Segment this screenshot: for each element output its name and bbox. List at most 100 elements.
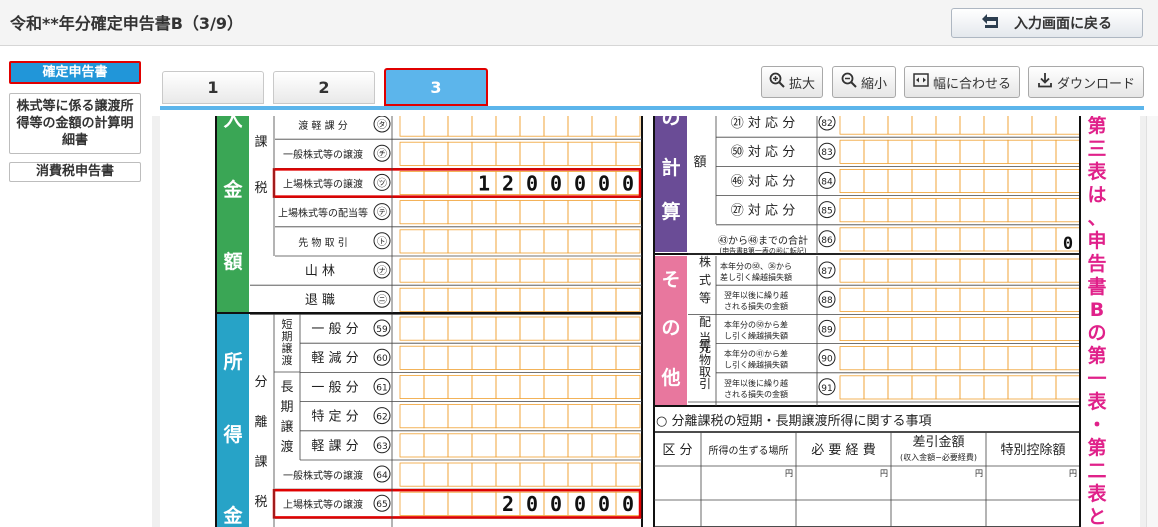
input-cell xyxy=(863,346,889,371)
input-cell xyxy=(863,227,889,252)
input-cell xyxy=(471,316,497,341)
input-cell xyxy=(471,491,497,516)
input-cell xyxy=(399,229,425,254)
input-cell xyxy=(471,404,497,429)
input-cell xyxy=(935,375,961,400)
back-to-input-label: 入力画面に戻る xyxy=(1014,16,1112,32)
sub-char: 分 xyxy=(254,375,267,390)
input-cell xyxy=(423,171,449,196)
input-cell xyxy=(1007,287,1033,312)
input-cell xyxy=(423,345,449,370)
row-number: 62 xyxy=(376,413,387,423)
input-cell xyxy=(1031,346,1057,371)
row-label: 上場株式等の譲渡 xyxy=(283,177,363,190)
digit-value: 0 xyxy=(526,492,538,516)
input-cell xyxy=(959,139,985,164)
input-cell xyxy=(935,227,961,252)
input-cell xyxy=(935,346,961,371)
input-cell xyxy=(1055,287,1081,312)
input-cell xyxy=(959,227,985,252)
input-cell xyxy=(423,316,449,341)
input-cell xyxy=(911,346,937,371)
digit-value: 0 xyxy=(598,171,610,195)
zoom-out-button[interactable]: 縮小 xyxy=(832,66,896,98)
input-cell xyxy=(447,141,473,166)
download-button[interactable]: ダウンロード xyxy=(1028,66,1144,98)
digit-value: 0 xyxy=(622,492,634,516)
tab-page-3[interactable]: 3 xyxy=(384,68,488,106)
input-cell xyxy=(1031,227,1057,252)
input-cell xyxy=(423,374,449,399)
input-cell xyxy=(839,198,865,223)
input-cell xyxy=(887,227,913,252)
row-number: 59 xyxy=(376,325,388,335)
tab-label: 1 xyxy=(207,78,219,97)
input-cell xyxy=(863,316,889,341)
input-cell xyxy=(983,258,1009,283)
band-char: 金 xyxy=(222,504,243,527)
input-cell xyxy=(615,345,641,370)
row-label: 軽 課 分 xyxy=(311,438,358,454)
table-header: 差引金額 xyxy=(912,434,964,450)
input-cell xyxy=(423,404,449,429)
nav-item-label: 株式等に係る譲渡所得等の金額の計算明細書 xyxy=(16,99,134,148)
form-drawing: 入金額所得金渡 軽 課 分㋟一般株式等の譲渡 ㋠上場株式等の譲渡㋡ 1 2 0 0 0 0 0上… xyxy=(215,116,1107,527)
vertical-scrollbar[interactable] xyxy=(1146,116,1158,527)
term-char: 渡 xyxy=(282,353,293,367)
input-cell xyxy=(543,141,569,166)
input-cell xyxy=(543,229,569,254)
input-cell xyxy=(615,116,641,137)
input-cell xyxy=(471,287,497,312)
yen-unit: 円 xyxy=(880,469,888,478)
row-label: 特 定 分 xyxy=(311,410,358,425)
input-cell xyxy=(567,316,593,341)
input-cell xyxy=(495,287,521,312)
input-cell xyxy=(495,316,521,341)
input-cell xyxy=(447,433,473,458)
group-char: 引 xyxy=(699,377,711,391)
input-cell xyxy=(543,345,569,370)
back-to-input-button[interactable]: 入力画面に戻る xyxy=(951,8,1143,38)
tax-form-page-3[interactable]: 入金額所得金渡 軽 課 分㋟一般株式等の譲渡㋠上場株式等の譲渡㋡ 1 2 0 0 0 0 0 上… xyxy=(160,116,1140,527)
term-char: 渡 xyxy=(280,439,293,455)
digit-value: 1 xyxy=(478,171,490,195)
tab-page-2[interactable]: 2 xyxy=(273,71,375,104)
band-char: 所 xyxy=(223,351,242,373)
term-char: 長 xyxy=(280,380,293,395)
nav-item-shohizei[interactable]: 消費税申告書 xyxy=(9,162,141,182)
row-label: ㊸から㊽までの合計 xyxy=(718,234,808,247)
input-cell xyxy=(1055,316,1081,341)
sub-char: 課 xyxy=(254,454,267,470)
tab-page-1[interactable]: 1 xyxy=(162,71,264,104)
fit-width-button[interactable]: 幅に合わせる xyxy=(904,66,1020,98)
input-cell xyxy=(935,169,961,194)
input-cell xyxy=(839,258,865,283)
input-cell xyxy=(399,433,425,458)
nav-item-kabushiki-meisaisho[interactable]: 株式等に係る譲渡所得等の金額の計算明細書 xyxy=(9,93,141,154)
digit-value: 0 xyxy=(1063,234,1073,254)
input-cell xyxy=(1031,287,1057,312)
table-header: 必 要 経 費 xyxy=(811,443,875,458)
input-cell xyxy=(1055,198,1081,223)
input-cell xyxy=(935,258,961,283)
input-cell xyxy=(591,258,617,283)
nav-item-kakutei-shinkokusho[interactable]: 確定申告書 xyxy=(9,61,141,84)
input-cell xyxy=(839,375,865,400)
zoom-in-button[interactable]: 拡大 xyxy=(761,66,823,98)
input-cell xyxy=(615,316,641,341)
note-char: B xyxy=(1090,299,1104,321)
yen-unit: 円 xyxy=(975,469,983,478)
note-char: 表 xyxy=(1087,160,1107,183)
row-label: 渡 軽 課 分 xyxy=(298,119,348,132)
input-cell xyxy=(423,141,449,166)
header-bar: 令和**年分確定申告書B（3/9） 入力画面に戻る xyxy=(0,0,1158,46)
input-cell xyxy=(959,198,985,223)
input-cell xyxy=(839,287,865,312)
input-cell xyxy=(1031,116,1057,135)
band-char: そ xyxy=(661,269,680,291)
input-cell xyxy=(887,169,913,194)
row-sublabel: (申告書B第一表の㊻に転記) xyxy=(719,246,807,255)
input-cell xyxy=(399,462,425,487)
input-cell xyxy=(447,374,473,399)
zoom-in-icon xyxy=(769,72,785,92)
